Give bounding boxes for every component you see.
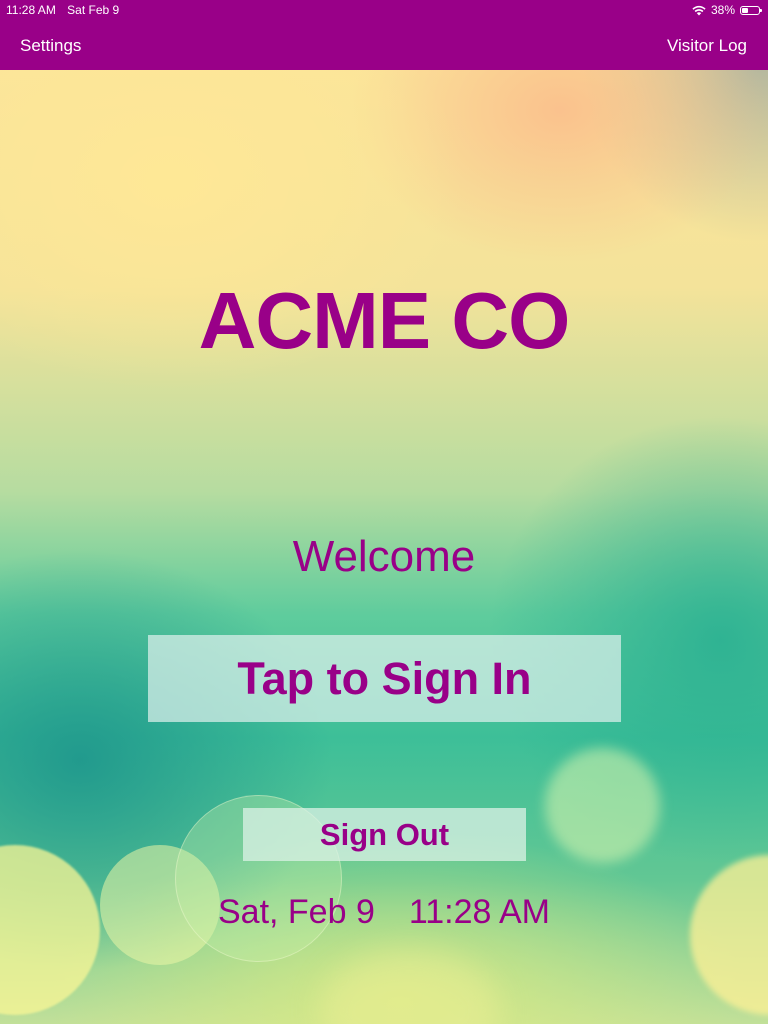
bokeh-circle — [320, 950, 500, 1024]
status-time: 11:28 AM — [6, 3, 56, 17]
background-image — [0, 0, 768, 1024]
bokeh-circle — [545, 748, 660, 863]
wifi-icon — [692, 5, 706, 15]
battery-tip — [760, 8, 762, 12]
sign-in-label: Tap to Sign In — [237, 652, 532, 704]
sign-out-button[interactable]: Sign Out — [243, 808, 526, 861]
welcome-text: Welcome — [292, 532, 476, 581]
company-name: ACME CO — [198, 276, 571, 365]
bokeh-circle — [690, 855, 768, 1015]
status-bar: 11:28 AM Sat Feb 9 38% — [0, 0, 768, 20]
status-right: 38% — [692, 3, 762, 17]
sign-in-button[interactable]: Tap to Sign In — [148, 635, 621, 722]
battery-icon — [740, 5, 762, 15]
current-date: Sat, Feb 9 — [217, 893, 375, 931]
visitor-log-button[interactable]: Visitor Log — [667, 36, 747, 56]
battery-level — [742, 7, 749, 13]
current-time: 11:28 AM — [408, 893, 550, 931]
navigation-bar: Settings Visitor Log — [0, 20, 768, 70]
settings-button[interactable]: Settings — [20, 36, 81, 56]
battery-percent: 38% — [710, 3, 735, 17]
status-left: 11:28 AM Sat Feb 9 — [6, 3, 127, 17]
sign-out-label: Sign Out — [319, 816, 450, 852]
status-date: Sat Feb 9 — [67, 3, 120, 17]
date-time-display: Sat, Feb 9 11:28 AM — [0, 893, 768, 932]
